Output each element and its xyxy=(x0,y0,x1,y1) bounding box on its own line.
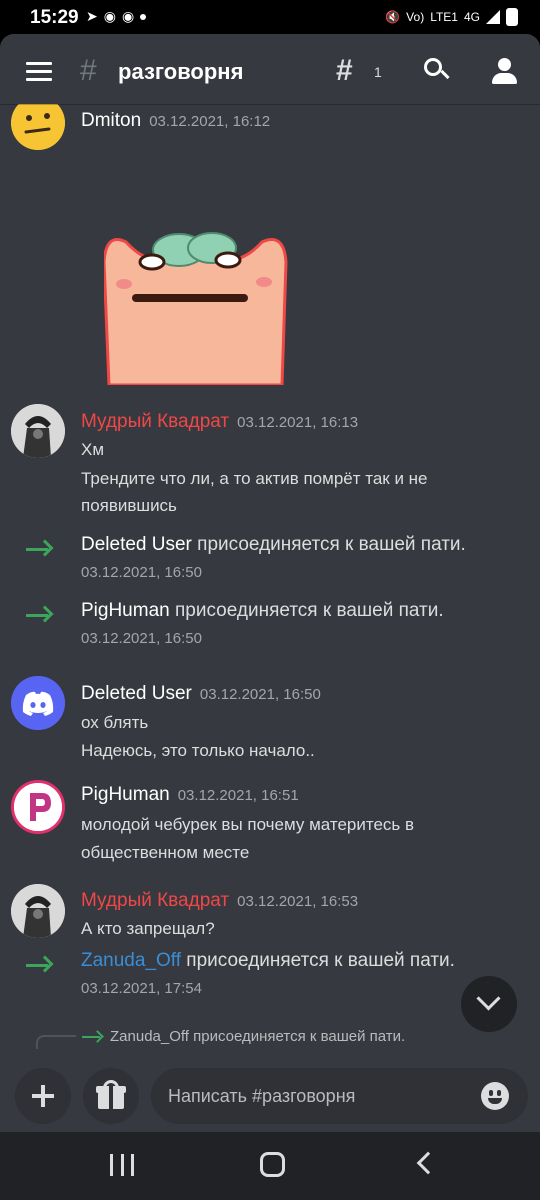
join-description: присоединяется к вашей пати. xyxy=(186,950,455,971)
join-arrow-icon xyxy=(26,605,54,624)
game-icon: ◉ xyxy=(103,8,116,24)
timestamp: 03.12.2021, 16:50 xyxy=(81,564,202,581)
join-text: Zanuda_Off присоединяется к вашей пати. xyxy=(81,950,455,972)
cat-sticker[interactable] xyxy=(102,222,290,387)
home-icon[interactable] xyxy=(260,1152,285,1177)
join-description: присоединяется к вашей пати. xyxy=(197,534,466,555)
plus-icon-bar xyxy=(32,1094,54,1098)
volte-label: Vo) xyxy=(406,10,425,24)
battery-icon xyxy=(506,8,518,26)
threads-icon: # xyxy=(336,54,353,87)
joined-user-name[interactable]: Zanuda_Off xyxy=(81,950,181,971)
message-text: молодой чебурек вы почему материтесь в xyxy=(81,815,415,834)
gift-ribbon xyxy=(109,1086,113,1109)
author-name[interactable]: Dmiton xyxy=(81,110,141,131)
status-time: 15:29 xyxy=(30,7,79,28)
message-text: А кто запрещал? xyxy=(81,919,215,938)
threads-button[interactable]: # 1 xyxy=(336,54,386,87)
message-header: PigHuman 03.12.2021, 16:51 xyxy=(81,784,299,806)
avatar[interactable] xyxy=(11,676,65,730)
message-text: Хм xyxy=(81,440,105,459)
gift-button[interactable] xyxy=(83,1068,139,1124)
net-type-label: 4G xyxy=(463,10,480,24)
avatar[interactable] xyxy=(11,404,65,458)
message-text: появившись xyxy=(81,496,177,515)
search-icon[interactable] xyxy=(424,58,450,84)
timestamp: 03.12.2021, 17:54 xyxy=(81,980,202,997)
message-header: Мудрый Квадрат 03.12.2021, 16:53 xyxy=(81,890,358,912)
reply-hook-icon xyxy=(36,1035,76,1049)
join-text: Deleted User присоединяется к вашей пати… xyxy=(81,534,466,556)
chevron-down-icon xyxy=(476,986,501,1011)
message-text: ох блять xyxy=(81,713,149,732)
attach-button[interactable] xyxy=(15,1068,71,1124)
threads-count: 1 xyxy=(374,64,382,80)
more-notifications-icon xyxy=(140,13,147,20)
message-text: общественном месте xyxy=(81,843,250,862)
signal-icon xyxy=(486,10,500,24)
timestamp: 03.12.2021, 16:50 xyxy=(199,686,321,703)
channel-header: # разговорня # 1 xyxy=(0,34,540,104)
network-label: LTE1 xyxy=(430,10,458,24)
timestamp: 03.12.2021, 16:12 xyxy=(149,113,271,130)
author-name[interactable]: Мудрый Квадрат xyxy=(81,890,229,911)
join-arrow-icon xyxy=(82,1030,104,1043)
avatar[interactable] xyxy=(11,96,65,150)
members-icon[interactable] xyxy=(490,58,522,86)
status-bar: 15:29 ➤ ◉ ◉ 🔇 Vo) LTE1 4G xyxy=(0,0,540,34)
message-input[interactable] xyxy=(151,1068,528,1124)
message-text: Трендите что ли, а то актив помрёт так и… xyxy=(81,469,428,488)
author-name[interactable]: Deleted User xyxy=(81,683,192,704)
timestamp: 03.12.2021, 16:51 xyxy=(177,787,299,804)
timestamp: 03.12.2021, 16:53 xyxy=(237,893,359,910)
new-message-preview[interactable]: Zanuda_Off присоединяется к вашей пати. xyxy=(36,1024,536,1054)
avatar[interactable] xyxy=(11,780,65,834)
back-icon[interactable] xyxy=(416,1151,440,1175)
join-text: PigHuman присоединяется к вашей пати. xyxy=(81,600,444,622)
preview-text: Zanuda_Off присоединяется к вашей пати. xyxy=(110,1028,406,1045)
channel-title: разговорня xyxy=(118,59,244,84)
message-header: Мудрый Квадрат 03.12.2021, 16:13 xyxy=(81,411,358,433)
channel-hash-icon: # xyxy=(80,54,97,87)
message-text: Надеюсь, это только начало.. xyxy=(81,741,315,760)
joined-user-name[interactable]: PigHuman xyxy=(81,600,170,621)
emoji-icon[interactable] xyxy=(481,1082,509,1110)
recent-apps-icon[interactable] xyxy=(110,1154,134,1176)
mute-icon: 🔇 xyxy=(385,10,401,24)
join-arrow-icon xyxy=(26,955,54,974)
author-name[interactable]: Мудрый Квадрат xyxy=(81,411,229,432)
discord-notif-icon: ◉ xyxy=(121,8,135,24)
message-feed[interactable]: Dmiton 03.12.2021, 16:12 Мудрый Квадрат … xyxy=(0,96,540,1064)
message-header: Dmiton 03.12.2021, 16:12 xyxy=(81,110,270,132)
avatar[interactable] xyxy=(11,884,65,938)
message-header: Deleted User 03.12.2021, 16:50 xyxy=(81,683,321,705)
joined-user-name[interactable]: Deleted User xyxy=(81,534,192,555)
author-name[interactable]: PigHuman xyxy=(81,784,170,805)
menu-icon[interactable] xyxy=(26,62,52,82)
composer-bar xyxy=(0,1064,540,1132)
join-description: присоединяется к вашей пати. xyxy=(175,600,444,621)
telegram-icon: ➤ xyxy=(86,8,98,24)
system-navigation-bar xyxy=(0,1132,540,1200)
discord-app: # разговорня # 1 Dmiton 03.12.2021, 16:12 xyxy=(0,34,540,1132)
timestamp: 03.12.2021, 16:13 xyxy=(237,414,359,431)
notification-icons: ➤ ◉ ◉ xyxy=(86,8,147,25)
system-icons: 🔇 Vo) LTE1 4G xyxy=(385,8,518,26)
join-arrow-icon xyxy=(26,539,54,558)
timestamp: 03.12.2021, 16:50 xyxy=(81,630,202,647)
discord-logo-icon xyxy=(11,676,65,730)
